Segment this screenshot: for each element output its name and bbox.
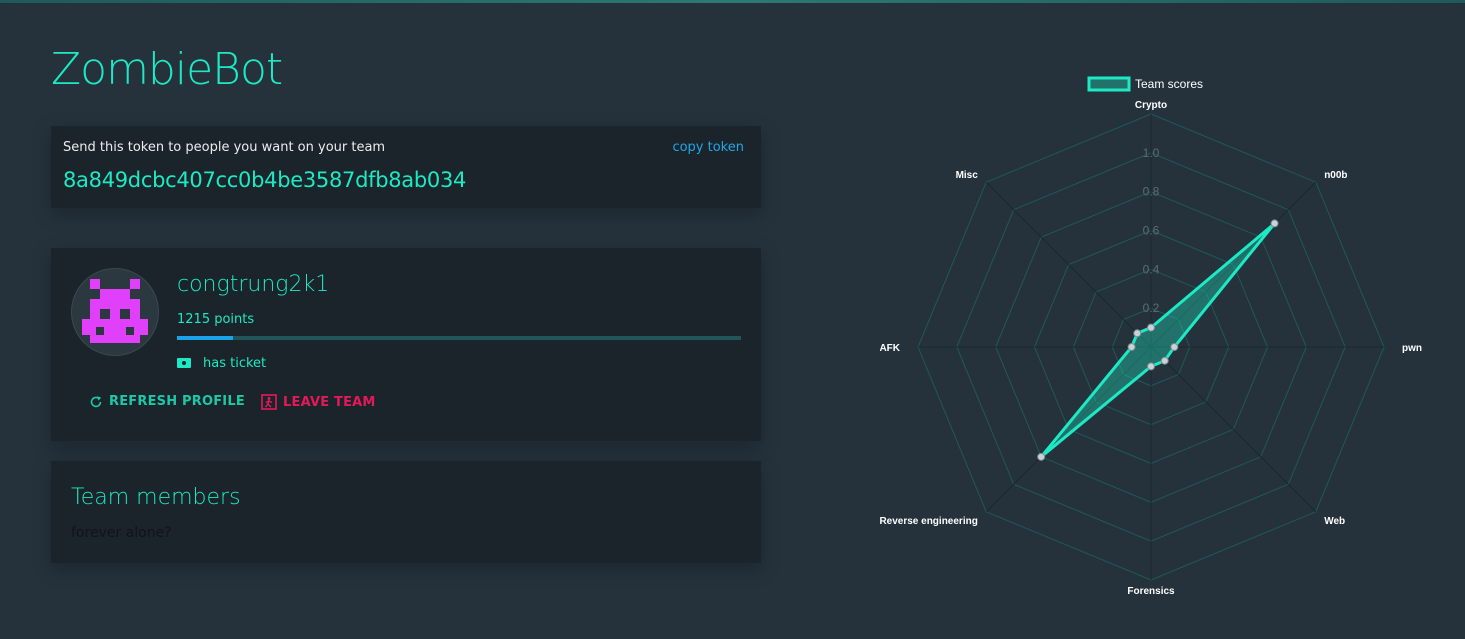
data-point-forensics[interactable] (1147, 362, 1155, 371)
copy-token-link[interactable]: copy token (672, 140, 744, 155)
leave-team-label: LEAVE TEAM (283, 394, 376, 410)
data-point-n00b[interactable] (1270, 219, 1279, 228)
data-point-pwn[interactable] (1170, 343, 1179, 351)
ticket-icon (177, 358, 191, 368)
avatar (71, 268, 159, 356)
axis-label-n00b: n00b (1324, 170, 1347, 181)
axis-label-web: Web (1324, 516, 1345, 527)
team-members-empty-text: forever alone? (71, 525, 172, 541)
data-point-reverse-engineering[interactable] (1037, 452, 1046, 461)
axis-label-misc: Misc (956, 170, 979, 181)
refresh-icon (90, 395, 102, 407)
pixel-skull-icon (82, 279, 148, 343)
radar-spoke (1150, 346, 1317, 513)
points: 1215 points (177, 312, 255, 327)
chart-legend: Team scores (1087, 76, 1203, 92)
legend-swatch (1087, 76, 1131, 92)
top-accent-line (0, 0, 1465, 3)
ticket-status: has ticket (177, 356, 266, 371)
exit-door-icon (261, 394, 277, 410)
team-members-card: Team members forever alone? (51, 461, 761, 563)
axis-label-afk: AFK (880, 343, 901, 354)
username: congtrung2k1 (177, 272, 330, 297)
profile-card: congtrung2k1 1215 points has ticket REFR… (51, 248, 761, 441)
axis-label-reverse-engineering: Reverse engineering (880, 516, 978, 527)
radar-tick-label: 0.4 (1143, 262, 1160, 276)
radar-tick-label: 0.8 (1143, 185, 1160, 199)
data-point-web[interactable] (1160, 356, 1169, 365)
radar-tick-label: 1.0 (1143, 146, 1160, 160)
data-point-misc[interactable] (1133, 329, 1142, 338)
token-instructions: Send this token to people you want on yo… (63, 140, 386, 155)
radar-spoke (985, 181, 1152, 348)
radar-tick-label: 0.2 (1143, 301, 1160, 315)
axis-label-pwn: pwn (1402, 343, 1422, 354)
ticket-label: has ticket (203, 356, 267, 371)
token-card: Send this token to people you want on yo… (51, 126, 761, 208)
team-token: 8a849dcbc407cc0b4be3587dfb8ab034 (63, 168, 467, 192)
axis-label-forensics: Forensics (1127, 586, 1175, 597)
refresh-profile-label: REFRESH PROFILE (109, 394, 245, 409)
team-name: ZombieBot (51, 44, 283, 95)
team-members-title: Team members (71, 485, 241, 510)
team-scores-radar-chart: Team scores 0.2 0.4 0.6 0.8 1.0 Crypto n00b pw… (880, 76, 1422, 597)
radar-tick-label: 0.6 (1143, 224, 1160, 238)
data-point-crypto[interactable] (1147, 323, 1155, 332)
points-progress-bar (177, 336, 741, 340)
refresh-profile-button[interactable]: REFRESH PROFILE (89, 394, 245, 409)
axis-label-crypto: Crypto (1135, 100, 1167, 111)
points-progress-fill (177, 336, 234, 340)
legend-label: Team scores (1135, 77, 1203, 91)
leave-team-button[interactable]: LEAVE TEAM (261, 394, 376, 410)
data-point-afk[interactable] (1127, 343, 1136, 351)
